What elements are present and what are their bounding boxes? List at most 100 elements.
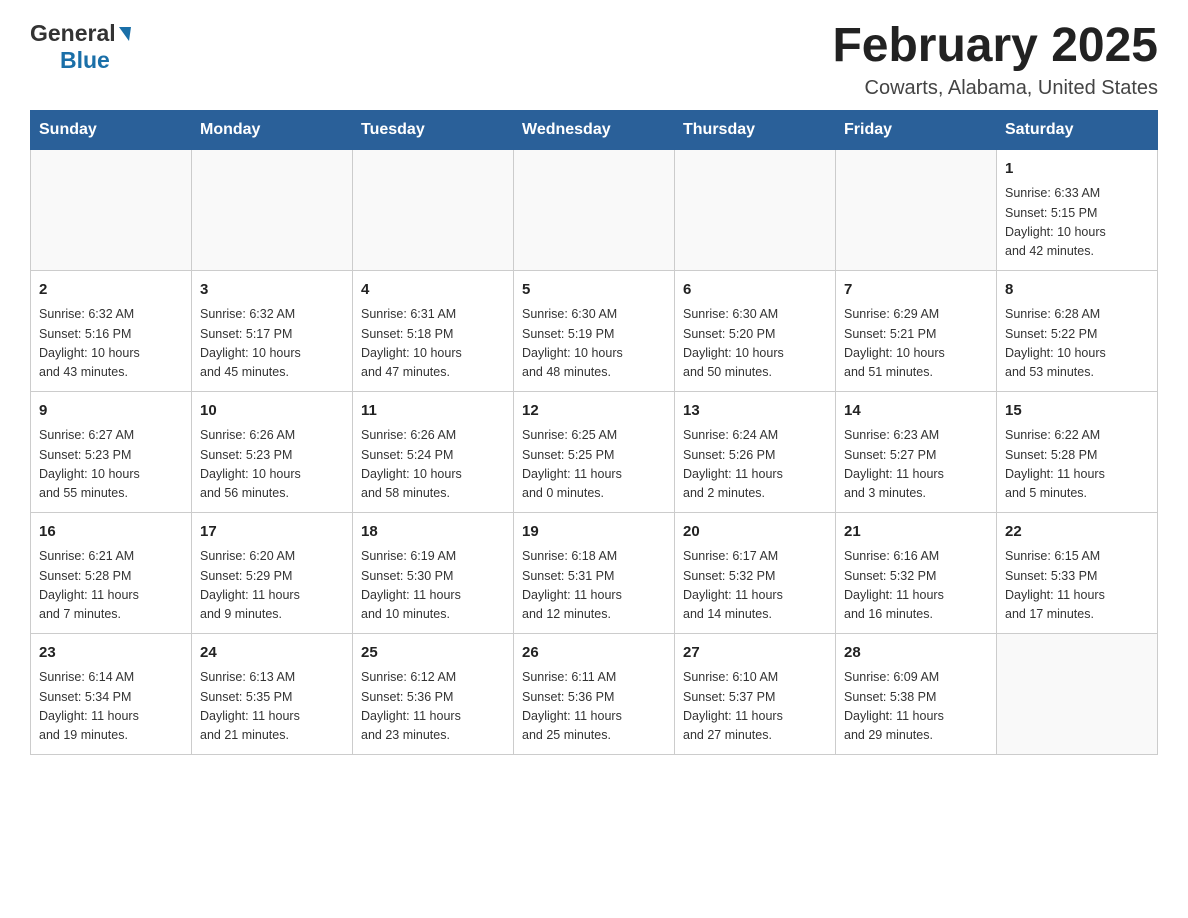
day-info: Sunrise: 6:30 AM Sunset: 5:19 PM Dayligh… xyxy=(522,305,666,383)
calendar-week-row: 9Sunrise: 6:27 AM Sunset: 5:23 PM Daylig… xyxy=(31,391,1158,512)
day-number: 27 xyxy=(683,642,827,665)
calendar-cell xyxy=(31,149,192,270)
calendar-cell: 9Sunrise: 6:27 AM Sunset: 5:23 PM Daylig… xyxy=(31,391,192,512)
day-info: Sunrise: 6:19 AM Sunset: 5:30 PM Dayligh… xyxy=(361,547,505,625)
col-saturday: Saturday xyxy=(997,110,1158,149)
calendar-cell: 15 Sunrise: 6:22 AM Sunset: 5:28 PM Dayli… xyxy=(997,391,1158,512)
calendar-cell: 4 Sunrise: 6:31 AM Sunset: 5:18 PM Daylig… xyxy=(353,270,514,391)
calendar-week-row: 2 Sunrise: 6:32 AM Sunset: 5:16 PM Daylig… xyxy=(31,270,1158,391)
day-info: Sunrise: 6:21 AM Sunset: 5:28 PM Dayligh… xyxy=(39,547,183,625)
calendar-cell: 22 Sunrise: 6:15 AM Sunset: 5:33 PM Dayli… xyxy=(997,512,1158,633)
day-info: Sunrise: 6:27 AM Sunset: 5:23 PM Dayligh… xyxy=(39,426,183,504)
calendar-cell: 20 Sunrise: 6:17 AM Sunset: 5:32 PM Dayli… xyxy=(675,512,836,633)
col-thursday: Thursday xyxy=(675,110,836,149)
day-number: 17 xyxy=(200,521,344,544)
day-info: Sunrise: 6:23 AM Sunset: 5:27 PM Dayligh… xyxy=(844,426,988,504)
day-info: Sunrise: 6:09 AM Sunset: 5:38 PM Dayligh… xyxy=(844,668,988,746)
calendar-cell: 6 Sunrise: 6:30 AM Sunset: 5:20 PM Daylig… xyxy=(675,270,836,391)
page-title: February 2025 xyxy=(832,20,1158,73)
day-number: 15 xyxy=(1005,400,1149,423)
logo-blue-text: Blue xyxy=(60,47,110,74)
day-number: 21 xyxy=(844,521,988,544)
col-wednesday: Wednesday xyxy=(514,110,675,149)
day-number: 24 xyxy=(200,642,344,665)
day-number: 2 xyxy=(39,279,183,302)
day-number: 13 xyxy=(683,400,827,423)
page-subtitle: Cowarts, Alabama, United States xyxy=(832,77,1158,100)
day-number: 12 xyxy=(522,400,666,423)
calendar-cell: 28 Sunrise: 6:09 AM Sunset: 5:38 PM Dayli… xyxy=(836,633,997,754)
calendar-cell: 24 Sunrise: 6:13 AM Sunset: 5:35 PM Dayli… xyxy=(192,633,353,754)
day-info: Sunrise: 6:28 AM Sunset: 5:22 PM Dayligh… xyxy=(1005,305,1149,383)
page-header: General Blue February 2025 Cowarts, Alab… xyxy=(30,20,1158,100)
col-sunday: Sunday xyxy=(31,110,192,149)
calendar-cell: 18 Sunrise: 6:19 AM Sunset: 5:30 PM Dayli… xyxy=(353,512,514,633)
calendar-cell: 19 Sunrise: 6:18 AM Sunset: 5:31 PM Dayli… xyxy=(514,512,675,633)
day-info: Sunrise: 6:18 AM Sunset: 5:31 PM Dayligh… xyxy=(522,547,666,625)
logo-general-text: General xyxy=(30,20,116,47)
day-info: Sunrise: 6:31 AM Sunset: 5:18 PM Dayligh… xyxy=(361,305,505,383)
calendar-cell xyxy=(192,149,353,270)
calendar-table: Sunday Monday Tuesday Wednesday Thursday… xyxy=(30,110,1158,755)
day-number: 6 xyxy=(683,279,827,302)
day-info: Sunrise: 6:12 AM Sunset: 5:36 PM Dayligh… xyxy=(361,668,505,746)
day-info: Sunrise: 6:20 AM Sunset: 5:29 PM Dayligh… xyxy=(200,547,344,625)
calendar-header-row: Sunday Monday Tuesday Wednesday Thursday… xyxy=(31,110,1158,149)
day-info: Sunrise: 6:17 AM Sunset: 5:32 PM Dayligh… xyxy=(683,547,827,625)
col-tuesday: Tuesday xyxy=(353,110,514,149)
day-info: Sunrise: 6:16 AM Sunset: 5:32 PM Dayligh… xyxy=(844,547,988,625)
day-info: Sunrise: 6:15 AM Sunset: 5:33 PM Dayligh… xyxy=(1005,547,1149,625)
day-info: Sunrise: 6:14 AM Sunset: 5:34 PM Dayligh… xyxy=(39,668,183,746)
day-number: 23 xyxy=(39,642,183,665)
calendar-cell: 23 Sunrise: 6:14 AM Sunset: 5:34 PM Dayli… xyxy=(31,633,192,754)
day-number: 28 xyxy=(844,642,988,665)
day-info: Sunrise: 6:29 AM Sunset: 5:21 PM Dayligh… xyxy=(844,305,988,383)
calendar-cell: 14Sunrise: 6:23 AM Sunset: 5:27 PM Dayli… xyxy=(836,391,997,512)
day-number: 10 xyxy=(200,400,344,423)
day-info: Sunrise: 6:11 AM Sunset: 5:36 PM Dayligh… xyxy=(522,668,666,746)
day-number: 26 xyxy=(522,642,666,665)
calendar-cell: 13 Sunrise: 6:24 AM Sunset: 5:26 PM Dayli… xyxy=(675,391,836,512)
calendar-cell: 11Sunrise: 6:26 AM Sunset: 5:24 PM Dayli… xyxy=(353,391,514,512)
day-number: 1 xyxy=(1005,158,1149,181)
calendar-cell: 21 Sunrise: 6:16 AM Sunset: 5:32 PM Dayli… xyxy=(836,512,997,633)
day-info: Sunrise: 6:13 AM Sunset: 5:35 PM Dayligh… xyxy=(200,668,344,746)
day-number: 20 xyxy=(683,521,827,544)
calendar-cell: 27 Sunrise: 6:10 AM Sunset: 5:37 PM Dayli… xyxy=(675,633,836,754)
col-friday: Friday xyxy=(836,110,997,149)
day-info: Sunrise: 6:30 AM Sunset: 5:20 PM Dayligh… xyxy=(683,305,827,383)
day-number: 4 xyxy=(361,279,505,302)
logo: General Blue xyxy=(30,20,131,74)
day-info: Sunrise: 6:32 AM Sunset: 5:17 PM Dayligh… xyxy=(200,305,344,383)
calendar-cell: 3 Sunrise: 6:32 AM Sunset: 5:17 PM Daylig… xyxy=(192,270,353,391)
calendar-cell xyxy=(997,633,1158,754)
day-number: 3 xyxy=(200,279,344,302)
calendar-cell xyxy=(514,149,675,270)
calendar-week-row: 16 Sunrise: 6:21 AM Sunset: 5:28 PM Dayli… xyxy=(31,512,1158,633)
day-number: 19 xyxy=(522,521,666,544)
day-number: 8 xyxy=(1005,279,1149,302)
calendar-week-row: 23 Sunrise: 6:14 AM Sunset: 5:34 PM Dayli… xyxy=(31,633,1158,754)
day-info: Sunrise: 6:32 AM Sunset: 5:16 PM Dayligh… xyxy=(39,305,183,383)
calendar-cell: 17 Sunrise: 6:20 AM Sunset: 5:29 PM Dayli… xyxy=(192,512,353,633)
title-block: February 2025 Cowarts, Alabama, United S… xyxy=(832,20,1158,100)
calendar-cell: 16 Sunrise: 6:21 AM Sunset: 5:28 PM Dayli… xyxy=(31,512,192,633)
day-number: 25 xyxy=(361,642,505,665)
calendar-week-row: 1Sunrise: 6:33 AM Sunset: 5:15 PM Daylig… xyxy=(31,149,1158,270)
day-number: 18 xyxy=(361,521,505,544)
calendar-cell: 7Sunrise: 6:29 AM Sunset: 5:21 PM Daylig… xyxy=(836,270,997,391)
calendar-cell xyxy=(675,149,836,270)
day-number: 22 xyxy=(1005,521,1149,544)
calendar-cell: 10 Sunrise: 6:26 AM Sunset: 5:23 PM Dayli… xyxy=(192,391,353,512)
calendar-cell: 2 Sunrise: 6:32 AM Sunset: 5:16 PM Daylig… xyxy=(31,270,192,391)
calendar-cell: 25 Sunrise: 6:12 AM Sunset: 5:36 PM Dayli… xyxy=(353,633,514,754)
day-info: Sunrise: 6:22 AM Sunset: 5:28 PM Dayligh… xyxy=(1005,426,1149,504)
day-info: Sunrise: 6:26 AM Sunset: 5:23 PM Dayligh… xyxy=(200,426,344,504)
day-number: 5 xyxy=(522,279,666,302)
calendar-cell xyxy=(836,149,997,270)
day-number: 16 xyxy=(39,521,183,544)
day-info: Sunrise: 6:10 AM Sunset: 5:37 PM Dayligh… xyxy=(683,668,827,746)
day-number: 11 xyxy=(361,400,505,423)
day-info: Sunrise: 6:24 AM Sunset: 5:26 PM Dayligh… xyxy=(683,426,827,504)
logo-triangle-icon xyxy=(119,27,131,41)
